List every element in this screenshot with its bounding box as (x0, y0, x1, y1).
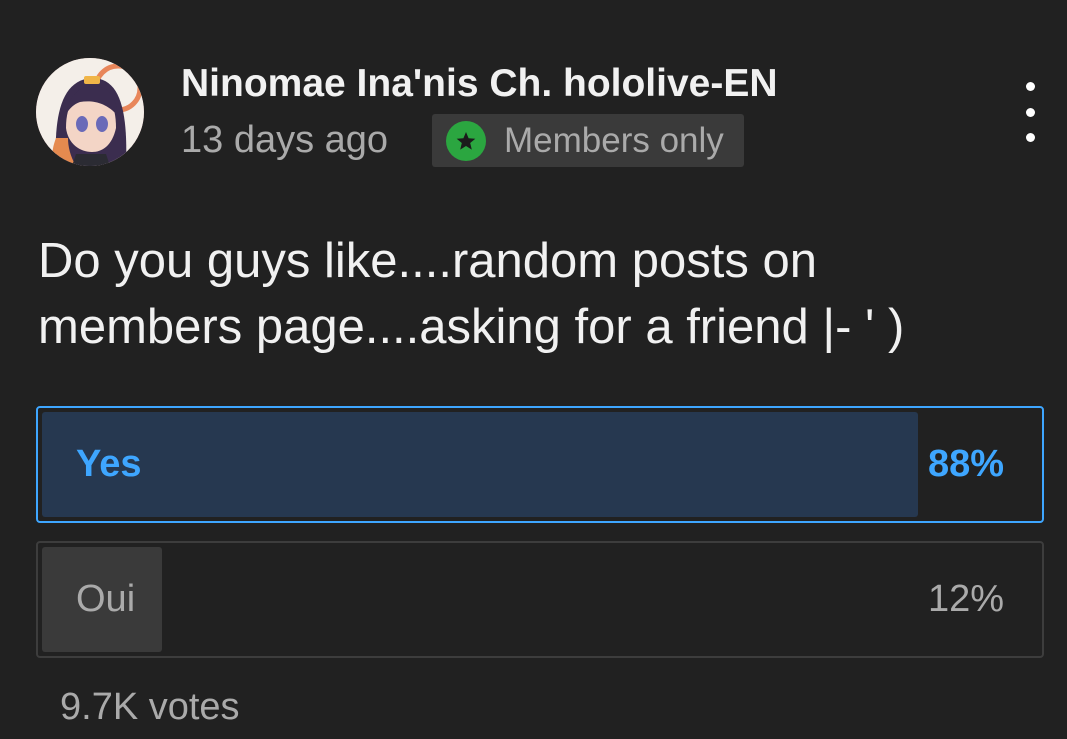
members-only-badge: Members only (432, 114, 744, 167)
poll-option-percent: 12% (927, 578, 1004, 620)
poll-option-label: Yes (76, 443, 142, 485)
post-time[interactable]: 13 days ago (181, 119, 388, 162)
channel-name[interactable]: Ninomae Ina'nis Ch. hololive-EN (181, 62, 778, 106)
badge-label: Members only (504, 120, 724, 160)
poll-option-oui[interactable]: Oui 12% (36, 541, 1044, 658)
poll-option-percent: 88% (927, 443, 1004, 485)
community-post: Ninomae Ina'nis Ch. hololive-EN 13 days … (0, 0, 1067, 739)
menu-dot (1025, 107, 1035, 117)
more-vert-icon[interactable] (1010, 82, 1050, 142)
poll-option-yes[interactable]: Yes 88% (36, 406, 1044, 523)
menu-dot (1025, 133, 1035, 142)
channel-avatar[interactable] (36, 58, 144, 166)
post-text: Do you guys like....random posts on memb… (38, 234, 905, 354)
star-icon (446, 120, 486, 161)
avatar-image (36, 58, 144, 166)
menu-dot (1025, 82, 1035, 91)
vote-count: 9.7K votes (60, 686, 240, 728)
poll-result-bar (42, 412, 918, 517)
poll-option-label: Oui (76, 578, 136, 620)
